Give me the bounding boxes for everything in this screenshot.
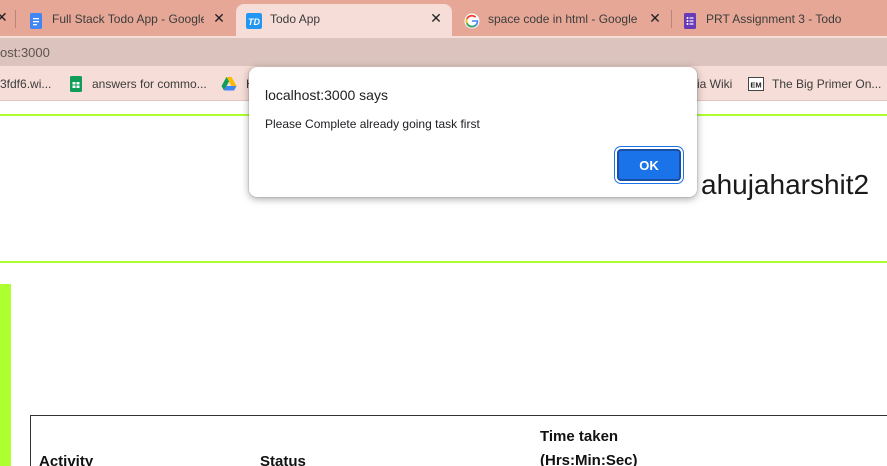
google-icon — [464, 13, 480, 29]
tab-title: PRT Assignment 3 - Todo — [706, 12, 842, 26]
close-icon[interactable]: ✕ — [210, 9, 228, 27]
close-icon[interactable]: ✕ — [0, 9, 10, 27]
bookmark-item[interactable]: ia Wiki — [697, 77, 732, 91]
google-docs-icon — [30, 13, 42, 29]
tab-full-stack-todo[interactable]: Full Stack Todo App - Google ✕ — [18, 4, 235, 36]
url-text: ost:3000 — [0, 45, 50, 60]
google-drive-icon — [221, 77, 237, 91]
browser-toolbar: ost:3000 — [0, 36, 887, 68]
bookmark-item[interactable]: answers for commo... — [92, 77, 207, 91]
alert-dialog: localhost:3000 says Please Complete alre… — [249, 67, 697, 197]
activity-table: Activity Status Time taken (Hrs:Min:Sec) — [30, 415, 887, 466]
tab-todo-app[interactable]: TD Todo App ✕ — [236, 4, 452, 36]
bookmark-item[interactable]: The Big Primer On... — [772, 77, 881, 91]
tab-title: Todo App — [270, 12, 321, 26]
username-heading: ahujaharshit2 — [701, 169, 870, 200]
sidebar-accent — [0, 284, 11, 466]
header-bottom-border — [0, 261, 887, 263]
tab-title: Full Stack Todo App - Google — [52, 12, 204, 26]
table-header-time-taken: Time taken — [540, 428, 619, 445]
ok-button[interactable]: OK — [617, 149, 681, 181]
todo-app-icon: TD — [246, 13, 262, 29]
bookmark-item[interactable]: 3fdf6.wi... — [0, 77, 51, 91]
google-forms-icon — [684, 13, 696, 29]
table-header-time-format: (Hrs:Min:Sec) — [540, 452, 638, 466]
dialog-message: Please Complete already going task first — [265, 117, 480, 131]
tab-space-code[interactable]: space code in html - Google ✕ — [454, 4, 670, 36]
dialog-title: localhost:3000 says — [265, 87, 388, 103]
tab-prt-assignment[interactable]: PRT Assignment 3 - Todo — [672, 4, 887, 36]
svg-text:EM: EM — [750, 81, 761, 90]
em-icon: EM — [748, 77, 764, 91]
close-icon[interactable]: ✕ — [646, 9, 664, 27]
address-bar[interactable]: ost:3000 — [0, 38, 887, 66]
tab-strip: ✕ Full Stack Todo App - Google ✕ TD Todo… — [0, 0, 887, 36]
google-sheets-icon — [70, 76, 82, 92]
tab-separator — [15, 10, 16, 28]
tab-title: space code in html - Google — [488, 12, 638, 26]
svg-text:TD: TD — [248, 17, 260, 27]
table-header-status: Status — [260, 453, 306, 466]
table-header-activity: Activity — [39, 453, 94, 466]
close-icon[interactable]: ✕ — [427, 9, 445, 27]
